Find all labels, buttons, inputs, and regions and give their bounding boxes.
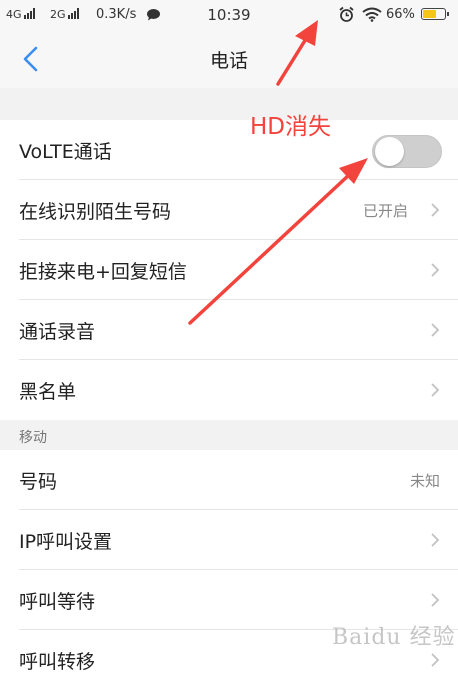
setting-number[interactable]: 号码 未知 — [0, 450, 458, 510]
settings-group: VoLTE通话 在线识别陌生号码 已开启 拒接来电+回复短信 通话录音 黑名单 — [0, 120, 458, 420]
wifi-icon — [362, 7, 382, 22]
chevron-right-icon — [431, 383, 440, 397]
setting-ip-call[interactable]: IP呼叫设置 — [0, 510, 458, 570]
chevron-right-icon — [431, 593, 440, 607]
setting-label: IP呼叫设置 — [19, 531, 113, 553]
annotation-label: HD消失 — [250, 114, 332, 140]
chevron-right-icon — [431, 653, 440, 667]
setting-value: 未知 — [409, 472, 440, 490]
setting-label: 呼叫转移 — [19, 651, 96, 673]
baidu-watermark: Baidu 经验 — [332, 625, 456, 650]
setting-blacklist[interactable]: 黑名单 — [0, 360, 458, 420]
setting-label: 黑名单 — [19, 381, 77, 403]
setting-label: 在线识别陌生号码 — [19, 201, 172, 223]
setting-reject-reply[interactable]: 拒接来电+回复短信 — [0, 240, 458, 300]
section-header-mobile: 移动 — [19, 430, 47, 446]
chevron-right-icon — [431, 323, 440, 337]
setting-online-identify[interactable]: 在线识别陌生号码 已开启 — [0, 180, 458, 240]
mobile-settings-group: 号码 未知 IP呼叫设置 呼叫等待 呼叫转移 — [0, 450, 458, 690]
volte-toggle[interactable] — [372, 135, 442, 168]
chevron-right-icon — [431, 533, 440, 547]
setting-label: 呼叫等待 — [19, 591, 96, 613]
status-bar: 4G 2G 0.3K/s 10:39 66% — [0, 0, 458, 30]
nav-bar: 电话 — [0, 30, 458, 88]
chevron-right-icon — [431, 263, 440, 277]
toggle-knob — [375, 137, 404, 166]
setting-value: 已开启 — [362, 202, 408, 220]
setting-label: 通话录音 — [19, 321, 96, 343]
setting-label: 号码 — [19, 471, 58, 493]
setting-label: VoLTE通话 — [19, 141, 112, 163]
setting-volte[interactable]: VoLTE通话 — [0, 120, 458, 180]
setting-label: 拒接来电+回复短信 — [19, 261, 187, 283]
battery-icon — [421, 8, 449, 20]
alarm-clock-icon — [339, 6, 354, 22]
chevron-right-icon — [431, 203, 440, 217]
setting-call-recording[interactable]: 通话录音 — [0, 300, 458, 360]
battery-percent: 66% — [386, 7, 415, 22]
battery-fill — [423, 10, 436, 18]
page-title: 电话 — [209, 50, 248, 72]
